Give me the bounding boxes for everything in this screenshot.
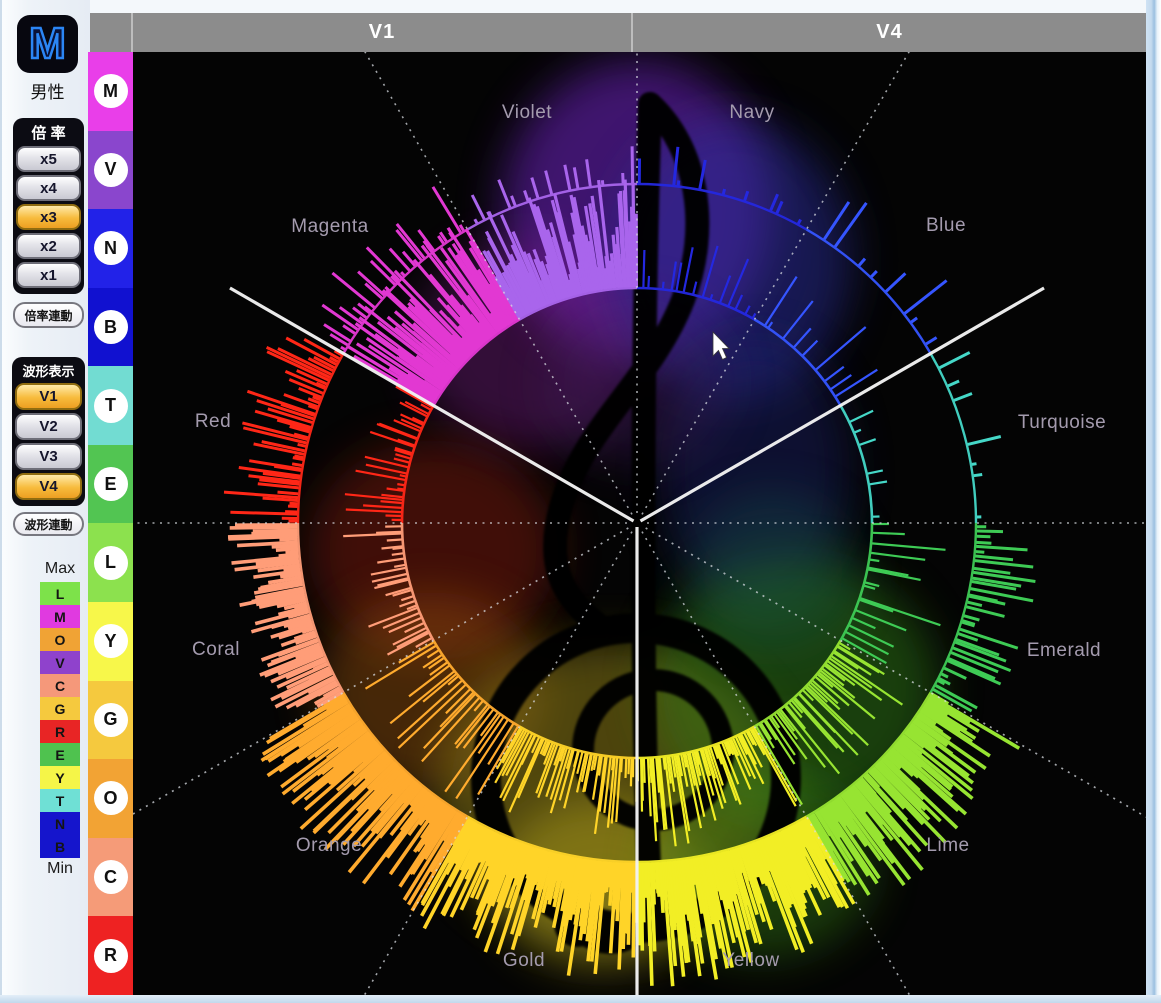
legend-swatch-v: V <box>40 651 80 674</box>
window-frame-right <box>1146 0 1161 1003</box>
note-toggle-r[interactable]: R <box>88 916 133 995</box>
note-toggle-e[interactable]: E <box>88 445 133 524</box>
legend-min-label: Min <box>36 860 84 878</box>
note-toggle-t[interactable]: T <box>88 366 133 445</box>
segment-label-orange: Orange <box>296 835 362 857</box>
note-toggle-l[interactable]: L <box>88 523 133 602</box>
note-letter: G <box>94 703 128 737</box>
note-letter: L <box>94 546 128 580</box>
legend-swatch-o: O <box>40 628 80 651</box>
window-frame-bottom <box>0 995 1161 1003</box>
segment-label-navy: Navy <box>729 102 774 124</box>
waveform-link-button[interactable]: 波形連動 <box>13 512 84 536</box>
legend-swatch-c: C <box>40 674 80 697</box>
legend-swatch-r: R <box>40 720 80 743</box>
legend-swatch-g: G <box>40 697 80 720</box>
magnification-panel-title: 倍 率 <box>16 120 81 146</box>
note-toggle-v[interactable]: V <box>88 131 133 210</box>
segment-label-red: Red <box>195 411 231 433</box>
note-toggle-n[interactable]: N <box>88 209 133 288</box>
segment-label-lime: Lime <box>926 835 969 857</box>
note-toggle-g[interactable]: G <box>88 681 133 760</box>
magnification-button-x5[interactable]: x5 <box>16 146 81 172</box>
waveform-button-v4[interactable]: V4 <box>15 473 82 500</box>
legend-max-label: Max <box>36 560 84 578</box>
segment-label-coral: Coral <box>192 639 240 661</box>
magnification-link-button[interactable]: 倍率連動 <box>13 302 84 328</box>
legend-swatch-y: Y <box>40 766 80 789</box>
note-letter: E <box>94 467 128 501</box>
segment-label-magenta: Magenta <box>291 216 368 238</box>
spectrum-canvas <box>133 52 1146 995</box>
voice-gender-label: 男性 <box>10 78 85 103</box>
app-window: V1 V4 M 男性 倍 率 x5 x4 x3 x2 x1 倍率連動 波形表示 V1 V2… <box>0 0 1161 1003</box>
note-toggle-y[interactable]: Y <box>88 602 133 681</box>
legend-swatch-t: T <box>40 789 80 812</box>
header-label-v4: V4 <box>633 13 1146 52</box>
spectrum-visualization: Navy Blue Turquoise Emerald Lime Yellow Gold Or… <box>133 52 1146 995</box>
legend-swatch-l: L <box>40 582 80 605</box>
legend-swatch-b: B <box>40 835 80 858</box>
note-toggle-c[interactable]: C <box>88 838 133 917</box>
segment-label-emerald: Emerald <box>1027 640 1101 662</box>
segment-label-yellow: Yellow <box>722 950 779 972</box>
note-toggle-m[interactable]: M <box>88 52 133 131</box>
magnification-button-x2[interactable]: x2 <box>16 233 81 259</box>
note-letter: M <box>94 74 128 108</box>
note-letter: V <box>94 153 128 187</box>
waveform-button-v1[interactable]: V1 <box>15 383 82 410</box>
note-letter: N <box>94 231 128 265</box>
magnification-button-x3[interactable]: x3 <box>16 204 81 230</box>
legend-swatch-m: M <box>40 605 80 628</box>
note-letter: Y <box>94 624 128 658</box>
note-letter: T <box>94 389 128 423</box>
segment-label-gold: Gold <box>503 950 545 972</box>
segment-label-turquoise: Turquoise <box>1018 412 1106 434</box>
note-letter: R <box>94 939 128 973</box>
note-toggle-o[interactable]: O <box>88 759 133 838</box>
waveform-button-v2[interactable]: V2 <box>15 413 82 440</box>
waveform-panel: 波形表示 V1 V2 V3 V4 <box>12 357 85 506</box>
magnification-button-x1[interactable]: x1 <box>16 262 81 288</box>
note-letter: C <box>94 860 128 894</box>
header-label-v1: V1 <box>133 13 631 52</box>
sidebar: M 男性 倍 率 x5 x4 x3 x2 x1 倍率連動 波形表示 V1 V2 V3 V4 波… <box>0 0 90 1003</box>
note-color-strip: M V N B T E L Y G O C R <box>88 52 133 995</box>
note-letter: B <box>94 310 128 344</box>
waveform-panel-title: 波形表示 <box>15 359 82 383</box>
magnification-button-x4[interactable]: x4 <box>16 175 81 201</box>
note-toggle-b[interactable]: B <box>88 288 133 367</box>
waveform-button-v3[interactable]: V3 <box>15 443 82 470</box>
segment-label-blue: Blue <box>926 215 966 237</box>
color-legend: LMOVCGREYTNB <box>40 582 80 858</box>
logo-m-icon: M <box>29 22 66 66</box>
legend-swatch-e: E <box>40 743 80 766</box>
segment-label-violet: Violet <box>502 102 552 124</box>
note-letter: O <box>94 781 128 815</box>
legend-swatch-n: N <box>40 812 80 835</box>
app-logo: M <box>17 15 78 73</box>
magnification-panel: 倍 率 x5 x4 x3 x2 x1 <box>13 118 84 294</box>
